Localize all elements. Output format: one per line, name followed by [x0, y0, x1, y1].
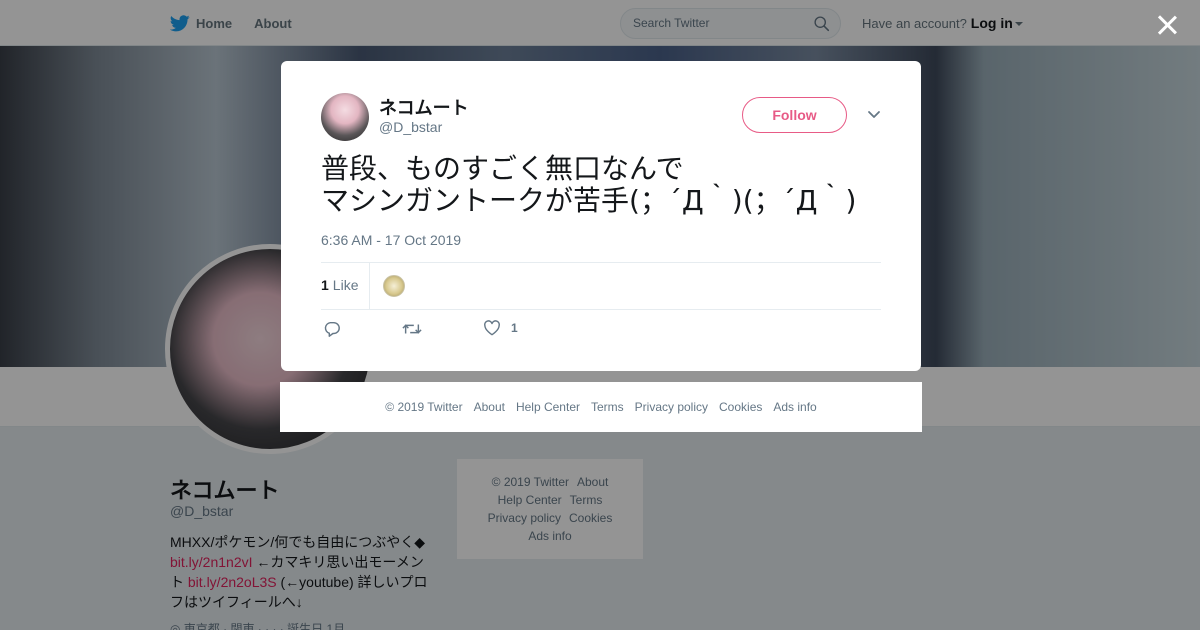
tweet-text-line: 普段、ものすごく無口なんで — [321, 152, 684, 185]
modal-footer: © 2019 Twitter About Help Center Terms P… — [280, 382, 922, 432]
footer-link-help[interactable]: Help Center — [516, 400, 580, 414]
reply-button[interactable] — [323, 320, 341, 338]
tweet-author-name[interactable]: ネコムート — [379, 94, 469, 120]
footer-link-ads[interactable]: Ads info — [773, 400, 816, 414]
chevron-down-icon[interactable] — [867, 110, 881, 120]
tweet-text-line: マシンガントークが苦手(；´Д｀)(；´Д｀) — [321, 184, 857, 217]
like-button[interactable]: 1 — [483, 320, 518, 336]
tweet-stats: 1 Like — [321, 262, 881, 310]
tweet-timestamp[interactable]: 6:36 AM - 17 Oct 2019 — [321, 232, 461, 248]
footer-link-cookies[interactable]: Cookies — [719, 400, 762, 414]
tweet-author-handle[interactable]: @D_bstar — [379, 119, 442, 135]
tweet-modal: ネコムート @D_bstar Follow 普段、ものすごく無口なんで マシンガ… — [281, 61, 921, 371]
tweet-author-avatar[interactable] — [321, 93, 369, 141]
footer-link-about[interactable]: About — [474, 400, 505, 414]
like-stat[interactable]: 1 Like — [321, 277, 358, 293]
tweet-text: 普段、ものすごく無口なんで マシンガントークが苦手(；´Д｀)(；´Д｀) — [321, 153, 881, 217]
follow-button[interactable]: Follow — [742, 97, 847, 133]
retweet-icon — [402, 324, 422, 334]
footer-link-terms[interactable]: Terms — [591, 400, 624, 414]
like-stat-label: Like — [332, 277, 359, 293]
reply-icon — [324, 321, 340, 337]
liker-avatar[interactable] — [383, 275, 405, 297]
footer-copyright: © 2019 Twitter — [385, 400, 463, 414]
footer-link-privacy[interactable]: Privacy policy — [635, 400, 708, 414]
close-icon[interactable] — [1155, 13, 1179, 37]
like-stat-count: 1 — [321, 277, 329, 293]
stats-divider — [369, 263, 370, 309]
like-button-count: 1 — [511, 321, 518, 335]
heart-icon — [484, 320, 500, 336]
retweet-button[interactable] — [402, 320, 422, 338]
